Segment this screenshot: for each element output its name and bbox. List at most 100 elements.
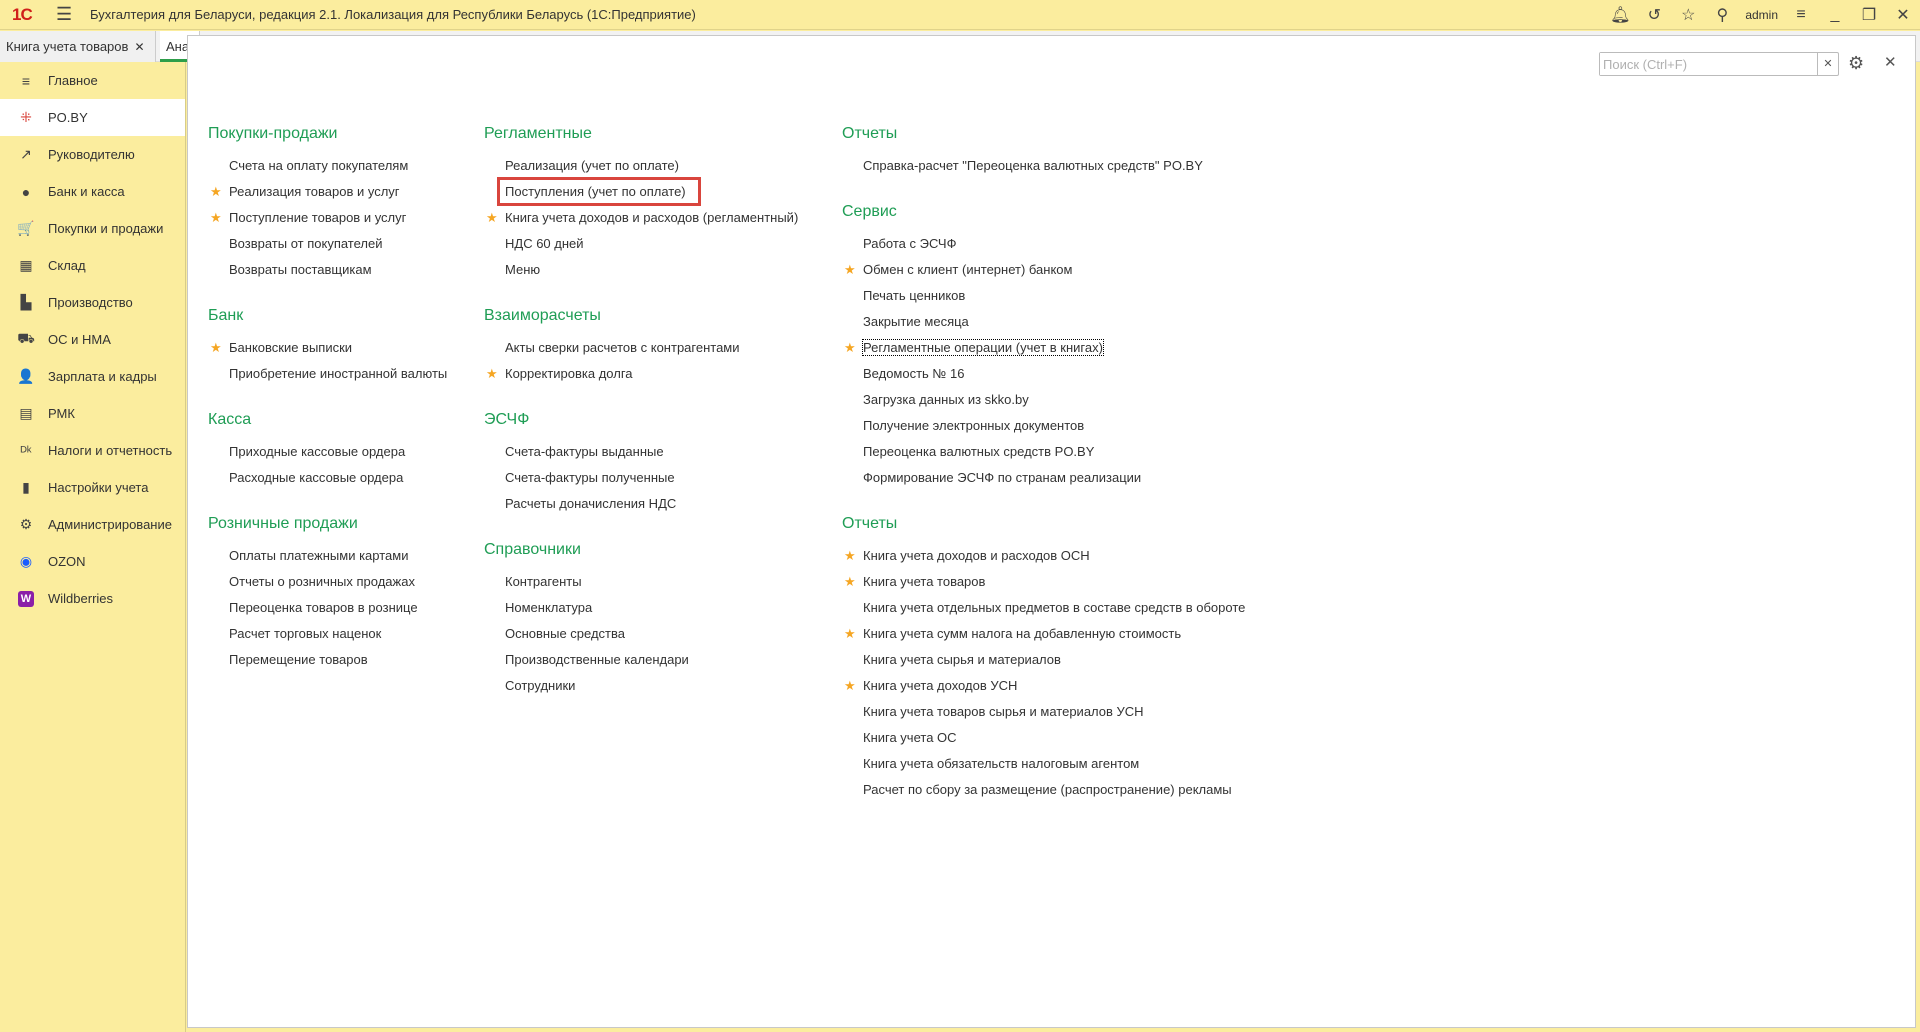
menu-link[interactable]: Ведомость № 16 xyxy=(842,361,1245,387)
menu-link[interactable]: Счета-фактуры полученные xyxy=(484,465,798,491)
menu-link-label: Счета-фактуры выданные xyxy=(505,444,664,459)
menu-link[interactable]: Закрытие месяца xyxy=(842,309,1245,335)
menu-link[interactable]: Книга учета товаров сырья и материалов У… xyxy=(842,699,1245,725)
menu-link[interactable]: Книга учета отдельных предметов в состав… xyxy=(842,595,1245,621)
search-icon[interactable]: ⚲ xyxy=(1705,5,1739,25)
menu-link[interactable]: Реализация (учет по оплате) xyxy=(484,153,798,179)
sidebar-item[interactable]: 👤 Зарплата и кадры xyxy=(0,358,185,395)
favorite-star-icon[interactable]: ★ xyxy=(844,673,856,699)
menu-link[interactable]: ★ Книга учета доходов и расходов (регламе… xyxy=(484,205,798,231)
menu-link[interactable]: Работа с ЭСЧФ xyxy=(842,231,1245,257)
menu-link[interactable]: Приобретение иностранной валюты xyxy=(208,361,447,387)
menu-link-label: Основные средства xyxy=(505,626,625,641)
menu-link[interactable]: Контрагенты xyxy=(484,569,798,595)
menu-link[interactable]: ★ Книга учета товаров xyxy=(842,569,1245,595)
sidebar-item[interactable]: ᴰᵏ Налоги и отчетность xyxy=(0,432,185,469)
sidebar-item[interactable]: ◉ OZON xyxy=(0,543,185,580)
clear-search-icon[interactable]: ✕ xyxy=(1817,53,1838,75)
menu-link[interactable]: Печать ценников xyxy=(842,283,1245,309)
menu-link[interactable]: ★ Обмен с клиент (интернет) банком xyxy=(842,257,1245,283)
sidebar-item[interactable]: ▤ РМК xyxy=(0,395,185,432)
search-input[interactable] xyxy=(1600,53,1817,75)
menu-link-label: Книга учета обязательств налоговым агент… xyxy=(863,756,1140,771)
favorite-star-icon[interactable]: ★ xyxy=(486,205,498,231)
sidebar-item[interactable]: W Wildberries xyxy=(0,580,185,617)
menu-link[interactable]: ★ Банковские выписки xyxy=(208,335,447,361)
favorite-star-icon[interactable]: ★ xyxy=(844,257,856,283)
main-menu-icon[interactable]: ☰ xyxy=(56,4,82,25)
menu-link[interactable]: Переоценка валютных средств PO.BY xyxy=(842,439,1245,465)
menu-link-label: Расчеты доначисления НДС xyxy=(505,496,677,511)
menu-link[interactable]: ★ Книга учета доходов и расходов ОСН xyxy=(842,543,1245,569)
minimize-icon[interactable]: _ xyxy=(1818,6,1852,24)
menu-link-label: Реализация товаров и услуг xyxy=(229,184,400,199)
sidebar-item[interactable]: ⁜ PO.BY xyxy=(0,99,185,136)
settings-menu-icon[interactable]: ≡ xyxy=(1784,6,1818,24)
favorite-star-icon[interactable]: ★ xyxy=(844,569,856,595)
gear-icon[interactable]: ⚙ xyxy=(1848,53,1864,74)
menu-link[interactable]: Расходные кассовые ордера xyxy=(208,465,447,491)
menu-link[interactable]: Возвраты поставщикам xyxy=(208,257,447,283)
sidebar-item[interactable]: ▙ Производство xyxy=(0,284,185,321)
sidebar-item[interactable]: 🛒 Покупки и продажи xyxy=(0,210,185,247)
menu-link[interactable]: Отчеты о розничных продажах xyxy=(208,569,447,595)
menu-link[interactable]: Справка-расчет "Переоценка валютных сред… xyxy=(842,153,1245,179)
tab-label: Книга учета товаров xyxy=(6,39,129,54)
favorite-star-icon[interactable]: ★ xyxy=(844,621,856,647)
favorite-star-icon[interactable]: ★ xyxy=(486,361,498,387)
menu-link[interactable]: Книга учета обязательств налоговым агент… xyxy=(842,751,1245,777)
menu-link[interactable]: Сотрудники xyxy=(484,673,798,699)
menu-link-label: Счета-фактуры полученные xyxy=(505,470,675,485)
favorite-star-icon[interactable]: ★ xyxy=(210,205,222,231)
menu-link[interactable]: Счета-фактуры выданные xyxy=(484,439,798,465)
sidebar-item[interactable]: ⚙ Администрирование xyxy=(0,506,185,543)
menu-link[interactable]: Формирование ЭСЧФ по странам реализации xyxy=(842,465,1245,491)
favorite-star-icon[interactable]: ★ xyxy=(210,179,222,205)
menu-link[interactable]: Книга учета сырья и материалов xyxy=(842,647,1245,673)
favorite-star-icon[interactable]: ★ xyxy=(844,543,856,569)
menu-link[interactable]: ★ Книга учета доходов УСН xyxy=(842,673,1245,699)
menu-link[interactable]: Основные средства xyxy=(484,621,798,647)
menu-link[interactable]: Поступления (учет по оплате) xyxy=(484,177,798,206)
menu-link[interactable]: Расчеты доначисления НДС xyxy=(484,491,798,517)
sidebar-item[interactable]: ⛟ ОС и НМА xyxy=(0,321,185,358)
menu-link[interactable]: Приходные кассовые ордера xyxy=(208,439,447,465)
close-tab-icon[interactable]: ✕ xyxy=(134,40,144,54)
menu-link[interactable]: Возвраты от покупателей xyxy=(208,231,447,257)
sidebar-item[interactable]: ▮ Настройки учета xyxy=(0,469,185,506)
menu-link[interactable]: ★ Корректировка долга xyxy=(484,361,798,387)
menu-link[interactable]: Загрузка данных из skko.by xyxy=(842,387,1245,413)
tab-kniga-ucheta-tovarov[interactable]: Книга учета товаров ✕ xyxy=(0,31,156,62)
favorite-star-icon[interactable]: ★ xyxy=(210,335,222,361)
close-panel-icon[interactable]: ✕ xyxy=(1884,53,1897,71)
menu-link[interactable]: Номенклатура xyxy=(484,595,798,621)
menu-link[interactable]: ★ Реализация товаров и услуг xyxy=(208,179,447,205)
menu-link[interactable]: Акты сверки расчетов с контрагентами xyxy=(484,335,798,361)
menu-link[interactable]: ★ Поступление товаров и услуг xyxy=(208,205,447,231)
menu-link[interactable]: Оплаты платежными картами xyxy=(208,543,447,569)
menu-link[interactable]: Перемещение товаров xyxy=(208,647,447,673)
menu-link[interactable]: Производственные календари xyxy=(484,647,798,673)
menu-link[interactable]: НДС 60 дней xyxy=(484,231,798,257)
bell-icon[interactable]: 🔔︎ xyxy=(1603,5,1637,25)
menu-link[interactable]: Расчет по сбору за размещение (распростр… xyxy=(842,777,1245,803)
menu-link[interactable]: Меню xyxy=(484,257,798,283)
menu-link[interactable]: Получение электронных документов xyxy=(842,413,1245,439)
restore-icon[interactable]: ❐ xyxy=(1852,5,1886,25)
menu-link[interactable]: ★ Книга учета сумм налога на добавленную … xyxy=(842,621,1245,647)
history-icon[interactable]: ↺ xyxy=(1637,5,1671,25)
menu-link[interactable]: ★ Регламентные операции (учет в книгах) xyxy=(842,335,1245,361)
close-icon[interactable]: ✕ xyxy=(1886,5,1920,25)
menu-link-label: Книга учета отдельных предметов в состав… xyxy=(863,600,1246,615)
menu-link[interactable]: Счета на оплату покупателям xyxy=(208,153,447,179)
star-icon[interactable]: ☆ xyxy=(1671,5,1705,25)
sidebar-item[interactable]: ↗ Руководителю xyxy=(0,136,185,173)
sidebar-item[interactable]: ● Банк и касса xyxy=(0,173,185,210)
menu-link[interactable]: Книга учета ОС xyxy=(842,725,1245,751)
sidebar-item[interactable]: ≡ Главное xyxy=(0,62,185,99)
menu-link[interactable]: Расчет торговых наценок xyxy=(208,621,447,647)
user-name[interactable]: admin xyxy=(1745,8,1778,22)
favorite-star-icon[interactable]: ★ xyxy=(844,335,856,361)
menu-link[interactable]: Переоценка товаров в рознице xyxy=(208,595,447,621)
sidebar-item[interactable]: ▦ Склад xyxy=(0,247,185,284)
